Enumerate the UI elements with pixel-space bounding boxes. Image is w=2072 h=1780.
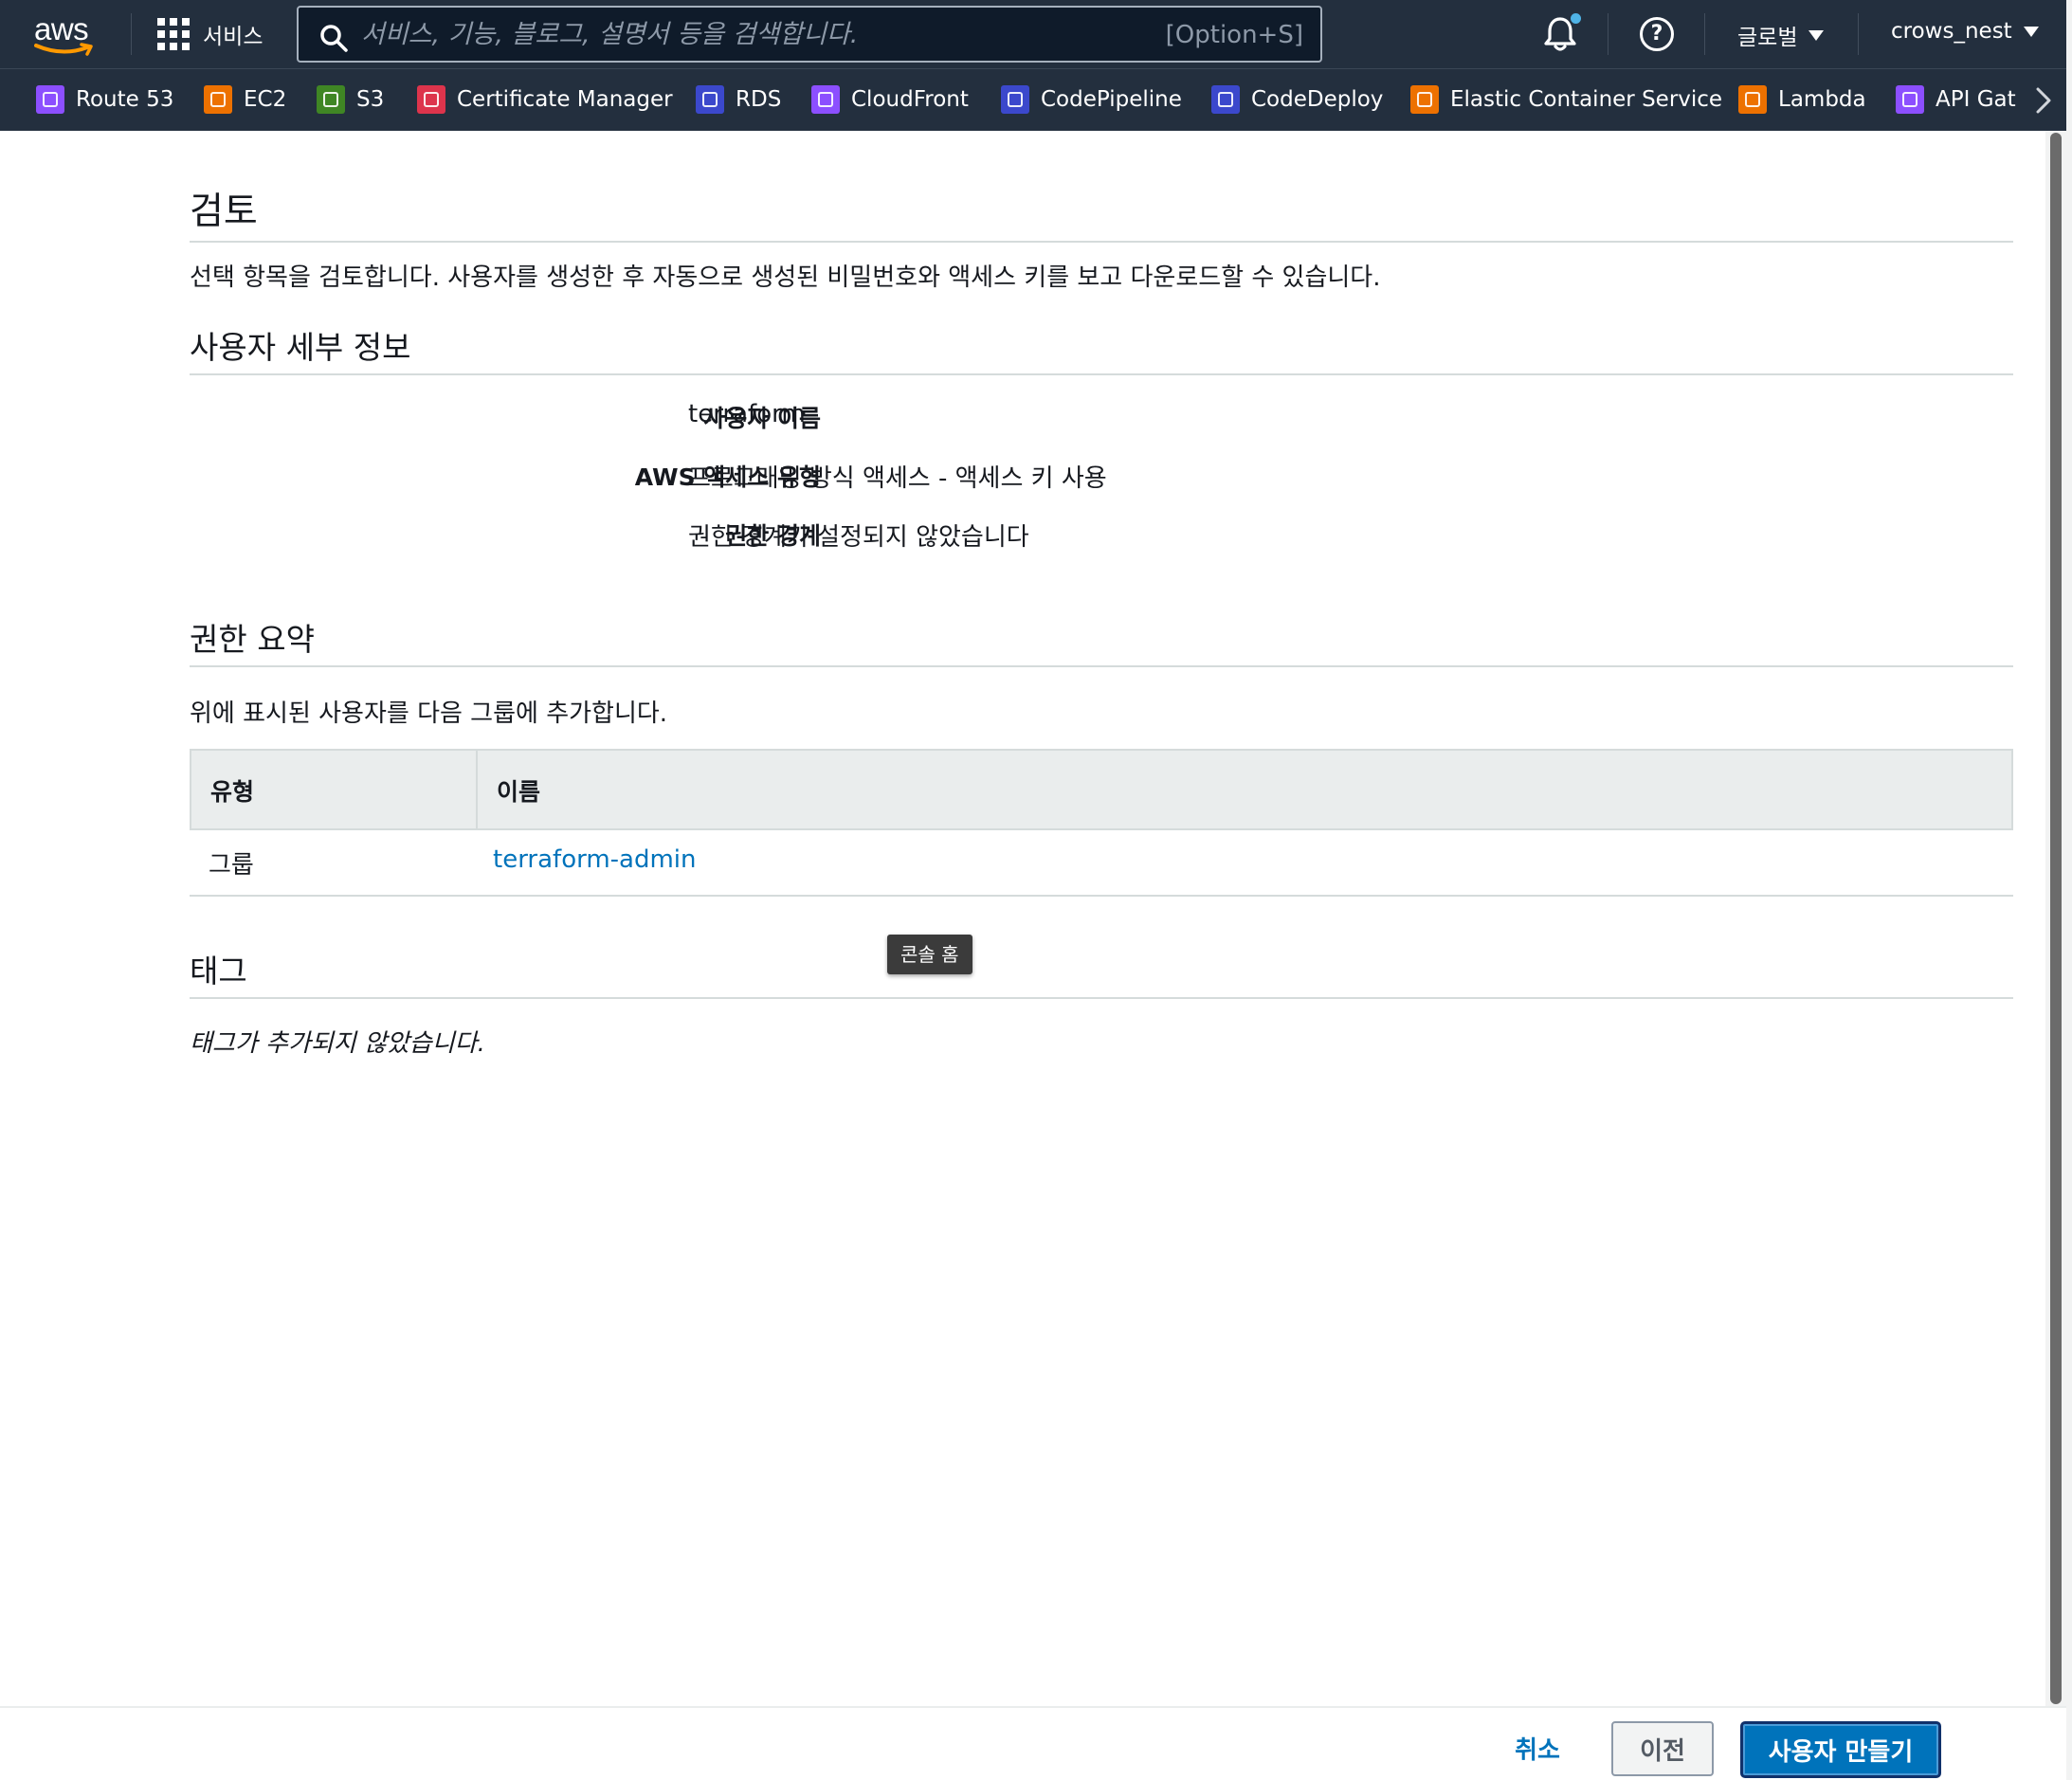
notification-dot — [1571, 13, 1581, 24]
user-details-heading: 사용자 세부 정보 — [190, 329, 411, 366]
nav-separator — [1858, 13, 1859, 55]
search-icon — [320, 25, 348, 52]
favorite-rds[interactable]: RDS — [696, 83, 781, 116]
s3-icon — [317, 85, 345, 114]
caret-down-icon — [1808, 29, 1825, 41]
rds-icon — [696, 85, 724, 114]
account-name: crows_nest — [1891, 19, 2012, 44]
divider — [190, 241, 2013, 243]
group-link-terraform-admin[interactable]: terraform-admin — [493, 845, 697, 874]
nav-separator — [131, 13, 132, 55]
create-user-button[interactable]: 사용자 만들기 — [1740, 1721, 1941, 1778]
favorite-certificate-manager[interactable]: Certificate Manager — [417, 83, 673, 116]
divider — [190, 665, 2013, 667]
favorite-elastic-container-service[interactable]: Elastic Container Service — [1410, 83, 1722, 116]
table-header: 유형 이름 — [190, 749, 2013, 830]
elastic-container-service-icon — [1410, 85, 1439, 114]
top-navigation: aws 서비스 [Option+S] ? 글로벌 crows — [0, 0, 2066, 68]
region-label: 글로벌 — [1737, 26, 1798, 50]
nav-separator — [1608, 13, 1609, 55]
favorite-s3[interactable]: S3 — [317, 83, 384, 116]
divider — [190, 373, 2013, 375]
page-edge — [2066, 0, 2072, 1780]
table-row: 그룹 terraform-admin — [190, 830, 2013, 897]
aws-logo[interactable]: aws — [32, 9, 99, 57]
chevron-right-icon[interactable] — [2034, 86, 2053, 115]
cancel-button[interactable]: 취소 — [1498, 1721, 1577, 1774]
favorite-codedeploy[interactable]: CodeDeploy — [1211, 83, 1383, 116]
tags-heading: 태그 — [190, 953, 247, 990]
search-shortcut-hint: [Option+S] — [1165, 21, 1303, 49]
favorite-ec2[interactable]: EC2 — [204, 83, 286, 116]
services-label: 서비스 — [203, 25, 264, 49]
wizard-footer: 취소 이전 사용자 만들기 — [0, 1706, 2066, 1780]
region-selector[interactable]: 글로벌 — [1737, 19, 1825, 51]
column-divider — [476, 751, 478, 830]
row-type: 그룹 — [209, 851, 254, 880]
lambda-icon — [1738, 85, 1767, 114]
cloudfront-icon — [811, 85, 840, 114]
favorite-cloudfront[interactable]: CloudFront — [811, 83, 969, 116]
codedeploy-icon — [1211, 85, 1240, 114]
console-home-tooltip: 콘솔 홈 — [887, 935, 972, 974]
codepipeline-icon — [1001, 85, 1029, 114]
divider — [190, 997, 2013, 999]
search-input[interactable] — [361, 15, 1138, 53]
favorites-bar: Route 53 EC2 S3 Certificate Manager RDS … — [0, 68, 2066, 131]
permissions-description: 위에 표시된 사용자를 다음 그룹에 추가합니다. — [190, 699, 668, 728]
nav-separator — [1704, 13, 1705, 55]
ec2-icon — [204, 85, 232, 114]
favorite-lambda[interactable]: Lambda — [1738, 83, 1866, 116]
help-icon[interactable]: ? — [1640, 17, 1674, 51]
scrollbar-thumb[interactable] — [2050, 133, 2062, 1704]
favorite-route-53[interactable]: Route 53 — [36, 83, 173, 116]
notifications-button[interactable] — [1543, 13, 1581, 53]
caret-down-icon — [2023, 26, 2039, 37]
account-menu[interactable]: crows_nest — [1891, 19, 2039, 44]
column-header-type: 유형 — [210, 778, 255, 806]
review-description: 선택 항목을 검토합니다. 사용자를 생성한 후 자동으로 생성된 비밀번호와 … — [190, 263, 1381, 292]
access-type-value: 프로그래밍 방식 액세스 - 액세스 키 사용 — [688, 464, 1107, 493]
permissions-boundary-value: 권한 경계가 설정되지 않았습니다 — [688, 523, 1029, 552]
services-menu-button[interactable]: 서비스 — [157, 17, 263, 51]
previous-button[interactable]: 이전 — [1611, 1721, 1714, 1776]
page-title: 검토 — [190, 191, 258, 233]
route-53-icon — [36, 85, 64, 114]
aws-smile-icon — [34, 43, 93, 56]
column-header-name: 이름 — [497, 778, 541, 806]
favorite-codepipeline[interactable]: CodePipeline — [1001, 83, 1182, 116]
username-value: terraform — [688, 400, 806, 428]
favorite-api-gateway[interactable]: API Gat — [1896, 83, 2016, 116]
grid-icon — [157, 18, 190, 50]
search-box[interactable]: [Option+S] — [297, 6, 1322, 63]
certificate-manager-icon — [417, 85, 445, 114]
permissions-summary-heading: 권한 요약 — [190, 621, 315, 658]
tags-empty-message: 태그가 추가되지 않았습니다. — [190, 1029, 485, 1058]
api-gateway-icon — [1896, 85, 1924, 114]
